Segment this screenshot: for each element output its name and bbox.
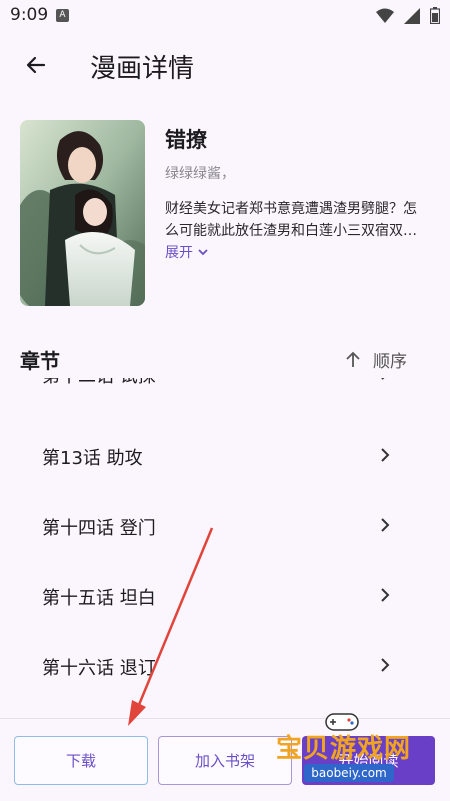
cover-image [20,120,145,306]
add-to-bookshelf-button[interactable]: 加入书架 [158,736,292,785]
manga-title: 错撩 [165,128,207,152]
chevron-right-icon [381,658,390,672]
battery-icon [430,7,440,24]
chapter-item[interactable]: 第13话 助攻 [0,422,450,492]
chevron-right-icon [381,588,390,602]
notification-icon: A [56,9,69,22]
bottom-action-bar: 下载 加入书架 开始阅读 [0,718,450,801]
status-bar: 9:09 A [0,0,450,32]
back-button[interactable] [18,47,54,83]
status-time: 9:09 [10,5,49,25]
chevron-right-icon [381,518,390,532]
chapters-heading: 章节 [20,349,60,373]
chapter-item[interactable]: 第十二话 试探 [0,378,450,410]
chapter-label: 第十五话 坦白 [42,588,156,609]
app-bar: 漫画详情 [0,32,450,100]
status-icons [376,7,440,24]
expand-label: 展开 [165,245,193,261]
arrow-up-icon [346,351,360,367]
chevron-right-icon [381,448,390,462]
wifi-icon [376,8,394,23]
arrow-left-icon [26,56,46,74]
chapter-label: 第十二话 试探 [42,378,156,388]
download-button[interactable]: 下载 [14,736,148,785]
manga-description: 财经美女记者郑书意竟遭遇渣男劈腿？怎么可能就此放任渣男和白莲小三双宿双… [165,201,417,239]
sort-label: 顺序 [373,352,407,372]
chapter-label: 第十四话 登门 [42,518,156,539]
chapter-item[interactable]: 第十六话 退订 [0,632,450,702]
page-title: 漫画详情 [90,54,195,84]
chapter-list[interactable]: 第十二话 试探 第13话 助攻 第十四话 登门 第十五话 坦白 第十六话 退订 [0,378,450,716]
chevron-right-icon [381,378,385,380]
start-reading-button[interactable]: 开始阅读 [302,736,435,785]
chevron-down-icon [198,249,208,256]
signal-icon [404,7,420,24]
sort-button[interactable]: 顺序 [345,347,407,372]
chapter-label: 第13话 助攻 [42,448,143,469]
chapter-item[interactable]: 第十四话 登门 [0,492,450,562]
manga-author: 绿绿绿酱， [165,166,235,182]
chapter-label: 第十六话 退订 [42,658,156,679]
chapter-item[interactable]: 第十五话 坦白 [0,562,450,632]
expand-button[interactable]: 展开 [165,242,209,262]
